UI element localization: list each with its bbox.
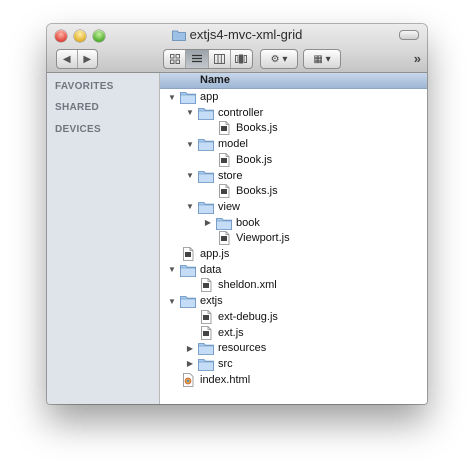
disclosure-open-icon[interactable]: ▼: [166, 293, 178, 309]
folder-icon: [198, 357, 214, 371]
js-file-icon: [216, 152, 232, 167]
disclosure-closed-icon[interactable]: ▶: [184, 340, 196, 356]
disclosure-closed-icon[interactable]: ▶: [184, 356, 196, 372]
list-view-icon: [191, 54, 202, 63]
list-item-name: book: [236, 216, 260, 229]
list-item[interactable]: ▶ src: [160, 356, 427, 372]
list-item[interactable]: Book.js: [160, 152, 427, 168]
view-mode-group: [163, 49, 253, 69]
list-item-name: app: [200, 91, 219, 103]
sidebar-section-devices[interactable]: DEVICES: [55, 124, 101, 135]
file-list: Name ▼ app ▼ controller Books.js ▼ model Book.j…: [160, 73, 427, 404]
list-item[interactable]: Books.js: [160, 183, 427, 199]
list-item-name: controller: [218, 106, 264, 119]
icon-view-button[interactable]: [164, 50, 187, 68]
disclosure-open-icon[interactable]: ▼: [184, 199, 196, 215]
list-item[interactable]: Viewport.js: [160, 230, 427, 246]
folder-icon: [198, 106, 214, 120]
window-title-container: extjs4-mvc-xml-grid: [47, 27, 427, 44]
js-file-icon: [216, 231, 232, 246]
js-file-icon: [180, 247, 196, 261]
js-file-icon: [216, 184, 232, 199]
window-title: extjs4-mvc-xml-grid: [189, 27, 303, 42]
js-file-icon: [216, 121, 232, 136]
disclosure-open-icon[interactable]: ▼: [166, 89, 178, 105]
disclosure-open-icon[interactable]: ▼: [166, 262, 178, 278]
list-item-name: Books.js: [236, 185, 278, 198]
list-item-name: resources: [218, 342, 267, 355]
js-file-icon: [198, 278, 214, 293]
list-item[interactable]: ▼ model: [160, 136, 427, 152]
name-column-header[interactable]: Name: [160, 73, 427, 89]
coverflow-view-icon: [235, 54, 248, 64]
list-item-name: Books.js: [236, 122, 278, 135]
list-item-name: src: [218, 357, 233, 370]
list-item[interactable]: ▼ extjs: [160, 293, 427, 309]
name-column-label: Name: [200, 74, 230, 86]
list-item[interactable]: ext.js: [160, 325, 427, 341]
list-item[interactable]: index.html: [160, 372, 427, 388]
html-file-icon: [180, 372, 196, 387]
column-view-icon: [213, 54, 225, 64]
folder-icon: [216, 216, 232, 230]
folder-icon: [180, 294, 196, 308]
folder-icon: [171, 29, 186, 44]
list-item-name: data: [200, 263, 222, 276]
sidebar-section-favorites[interactable]: FAVORITES: [55, 81, 114, 92]
back-forward-group: ◀ ▶: [56, 49, 98, 69]
list-view-button[interactable]: [186, 50, 209, 68]
list-item[interactable]: ▶ book: [160, 215, 427, 231]
forward-button[interactable]: ▶: [78, 50, 98, 68]
list-item[interactable]: ext-debug.js: [160, 309, 427, 325]
list-item[interactable]: app.js: [160, 246, 427, 262]
icon-view-icon: [169, 54, 180, 64]
disclosure-open-icon[interactable]: ▼: [184, 136, 196, 152]
list-item[interactable]: ▼ data: [160, 262, 427, 278]
disclosure-open-icon[interactable]: ▼: [184, 105, 196, 121]
list-item[interactable]: Books.js: [160, 120, 427, 136]
list-item-name: sheldon.xml: [218, 279, 277, 292]
list-item-name: view: [218, 200, 241, 213]
folder-icon: [180, 90, 196, 104]
disclosure-open-icon[interactable]: ▼: [184, 168, 196, 184]
sidebar-section-shared[interactable]: SHARED: [55, 102, 99, 113]
screenshot-canvas: extjs4-mvc-xml-grid ◀ ▶ ⚙ ▾ ▦ ▾ » FAVORI…: [0, 0, 474, 469]
sidebar: FAVORITES SHARED DEVICES: [47, 73, 160, 404]
finder-window: extjs4-mvc-xml-grid ◀ ▶ ⚙ ▾ ▦ ▾ » FAVORI…: [47, 24, 427, 404]
folder-icon: [198, 200, 214, 214]
list-item-name: model: [218, 138, 248, 151]
title-bar: extjs4-mvc-xml-grid ◀ ▶ ⚙ ▾ ▦ ▾ »: [47, 24, 427, 73]
folder-icon: [198, 137, 214, 151]
list-item[interactable]: ▼ app: [160, 89, 427, 105]
back-button[interactable]: ◀: [57, 50, 78, 68]
list-item[interactable]: ▼ view: [160, 199, 427, 215]
action-menu-button[interactable]: ⚙ ▾: [260, 49, 298, 69]
disclosure-closed-icon[interactable]: ▶: [202, 215, 214, 231]
arrange-menu-button[interactable]: ▦ ▾: [303, 49, 341, 69]
js-file-icon: [198, 325, 214, 340]
list-item-name: store: [218, 169, 243, 182]
list-item-name: Book.js: [236, 153, 273, 166]
list-item-name: index.html: [200, 373, 251, 386]
list-item[interactable]: ▶ resources: [160, 340, 427, 356]
coverflow-view-button[interactable]: [231, 50, 252, 68]
list-item[interactable]: ▼ store: [160, 168, 427, 184]
list-item-name: extjs: [200, 295, 223, 308]
folder-icon: [180, 263, 196, 277]
list-item-name: app.js: [200, 248, 230, 260]
column-view-button[interactable]: [209, 50, 231, 68]
folder-icon: [198, 169, 214, 183]
list-item-name: ext-debug.js: [218, 310, 278, 323]
list-item-name: ext.js: [218, 326, 244, 339]
folder-icon: [198, 341, 214, 356]
list-item-name: Viewport.js: [236, 232, 290, 245]
js-file-icon: [198, 309, 214, 324]
list-item[interactable]: ▼ controller: [160, 105, 427, 121]
list-item[interactable]: sheldon.xml: [160, 277, 427, 293]
toolbar-overflow-button[interactable]: »: [414, 51, 421, 66]
